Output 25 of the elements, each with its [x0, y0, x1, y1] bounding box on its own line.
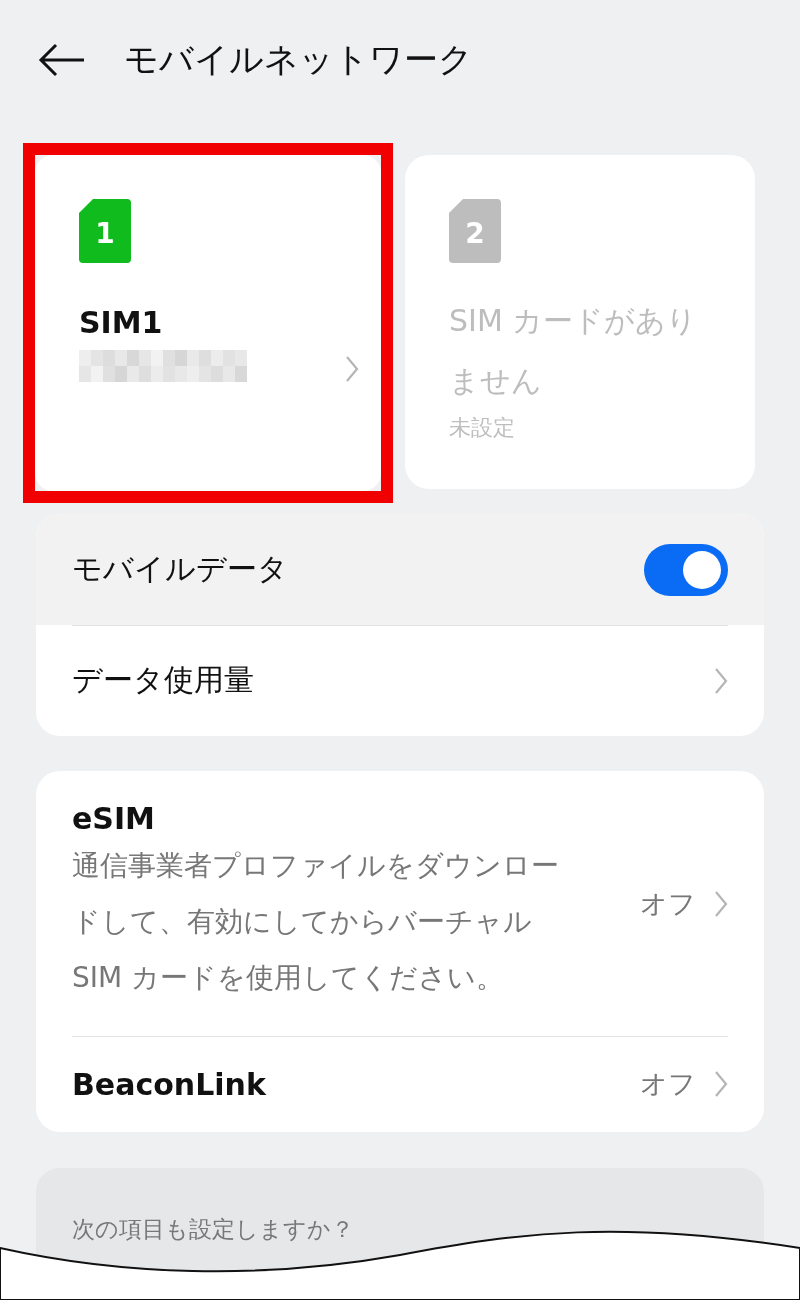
- sim-card-icon: 1: [79, 199, 131, 263]
- row-label: データ使用量: [72, 661, 255, 699]
- row-title: BeaconLink: [72, 1066, 267, 1102]
- sim-status: 未設定: [449, 414, 515, 442]
- chevron-right-icon: [345, 355, 359, 383]
- row-value: オフ: [640, 1067, 696, 1101]
- settings-row[interactable]: eSIM 通信事業者プロファイルをダウンロードして、有効にしてからバーチャル SIM カードを使用してください。 オフ: [36, 771, 764, 1036]
- chevron-right-icon: [714, 666, 728, 695]
- row-label: モバイルデータ: [72, 550, 289, 588]
- sim-card-icon: 2: [449, 199, 501, 263]
- row-title: eSIM: [72, 801, 156, 836]
- toggle-switch[interactable]: [644, 543, 728, 596]
- sim-name: SIM1: [79, 305, 163, 340]
- row-description: 通信事業者プロファイルをダウンロードして、有効にしてからバーチャル SIM カードを使用してください。: [72, 848, 560, 996]
- settings-row[interactable]: データ使用量: [36, 625, 764, 736]
- back-arrow-icon[interactable]: [38, 43, 86, 77]
- page-title: モバイルネットワーク: [124, 38, 473, 81]
- suggestion-title: 次の項目も設定しますか？: [72, 1216, 354, 1242]
- settings-row[interactable]: モバイルデータ: [36, 514, 764, 625]
- sim-name: SIM カードがありません: [449, 302, 699, 400]
- sim-card[interactable]: 1 SIM1: [35, 155, 381, 491]
- settings-row[interactable]: BeaconLink オフ: [36, 1036, 764, 1132]
- chevron-right-icon: [714, 889, 728, 918]
- row-value: オフ: [640, 886, 696, 921]
- chevron-right-icon: [714, 1070, 728, 1098]
